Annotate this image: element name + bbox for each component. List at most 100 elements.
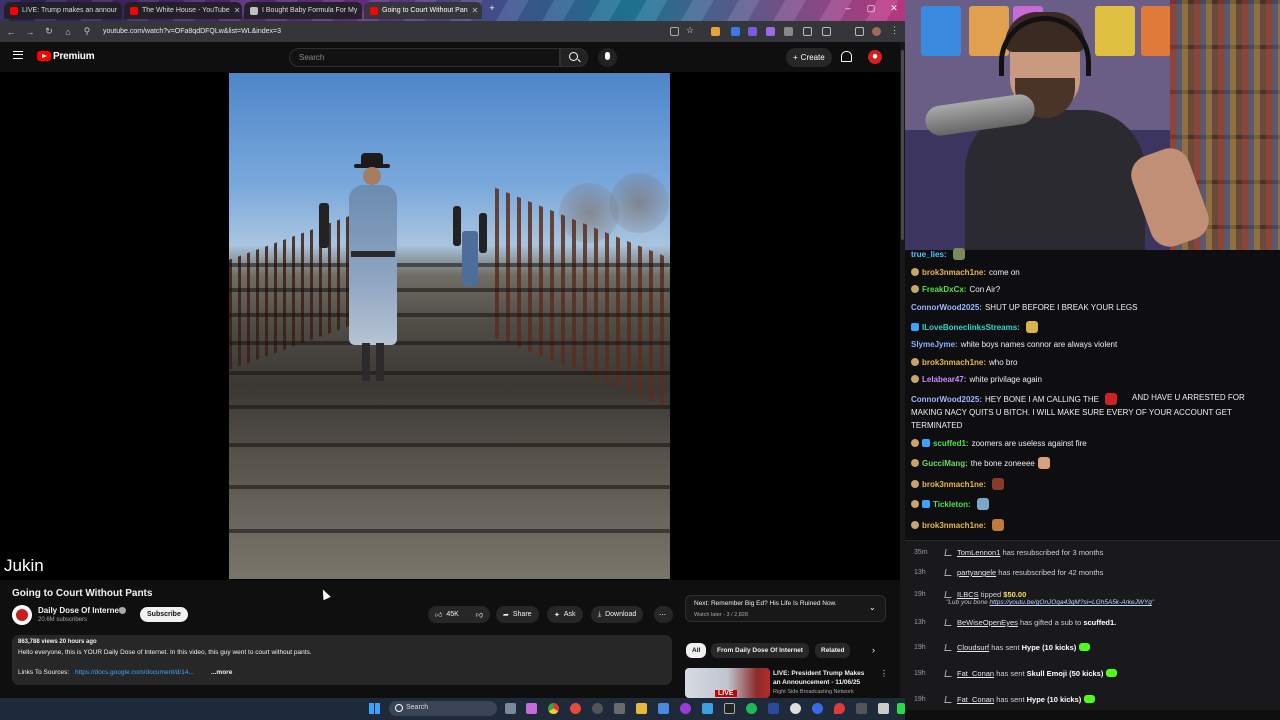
chat-username[interactable]: FreakDxCx: xyxy=(922,285,966,294)
forward-icon[interactable]: → xyxy=(25,27,35,37)
microphone-icon[interactable] xyxy=(598,48,617,67)
browser-tab[interactable]: LIVE: Trump makes an annour ✕ xyxy=(4,2,122,19)
app-icon[interactable] xyxy=(724,703,735,714)
file-explorer-icon[interactable] xyxy=(636,703,647,714)
minimize-icon[interactable]: – xyxy=(840,3,856,13)
app-icon[interactable] xyxy=(658,703,669,714)
event-username[interactable]: BeWiseOpenEyes xyxy=(957,618,1018,627)
app-icon[interactable] xyxy=(897,703,905,714)
event-username[interactable]: ILBCS xyxy=(957,590,979,599)
app-icon[interactable] xyxy=(768,703,779,714)
chrome-icon[interactable] xyxy=(548,703,559,714)
chat-username[interactable]: ILoveBoneclinksStreams: xyxy=(922,323,1020,332)
account-avatar[interactable] xyxy=(868,50,882,64)
app-icon[interactable] xyxy=(812,703,823,714)
search-icon[interactable] xyxy=(560,48,588,67)
home-icon[interactable]: ⌂ xyxy=(63,27,73,37)
description-box[interactable] xyxy=(12,635,672,685)
app-icon[interactable] xyxy=(680,703,691,714)
channel-avatar[interactable] xyxy=(12,605,32,625)
maximize-icon[interactable]: ▢ xyxy=(863,3,879,14)
tab-close-icon[interactable]: ✕ xyxy=(234,6,241,15)
sources-link[interactable]: https://docs.google.com/document/d/14... xyxy=(75,669,194,676)
extension-icon[interactable] xyxy=(748,27,757,36)
tip-message-link[interactable]: https://youtu.be/gOnJOqa43qM?si=LGh5A5k-… xyxy=(990,599,1152,606)
app-icon[interactable] xyxy=(614,703,625,714)
event-username[interactable]: partyangele xyxy=(957,568,996,577)
app-icon[interactable] xyxy=(856,703,867,714)
chat-username[interactable]: brok3nmach1ne: xyxy=(922,358,986,367)
extension-icon[interactable] xyxy=(731,27,740,36)
app-icon[interactable] xyxy=(790,703,801,714)
chat-username[interactable]: brok3nmach1ne: xyxy=(922,480,986,489)
reload-icon[interactable]: ↻ xyxy=(44,26,54,37)
hamburger-menu-icon[interactable] xyxy=(13,51,23,59)
chat-username[interactable]: brok3nmach1ne: xyxy=(922,521,986,530)
taskbar-search[interactable]: Search xyxy=(389,701,497,716)
create-button[interactable]: + Create xyxy=(786,48,832,67)
extension-icon[interactable] xyxy=(784,27,793,36)
chip-from-channel[interactable]: From Daily Dose Of Internet xyxy=(711,643,809,658)
bookmark-star-icon[interactable]: ☆ xyxy=(686,25,695,35)
cast-icon[interactable] xyxy=(670,27,679,36)
video-frame[interactable] xyxy=(229,73,670,579)
chevron-right-icon[interactable]: › xyxy=(872,645,875,655)
close-window-icon[interactable]: ✕ xyxy=(886,3,902,14)
chat-username[interactable]: ConnorWood2025: xyxy=(911,303,982,312)
notifications-bell-icon[interactable] xyxy=(840,51,852,62)
app-icon[interactable] xyxy=(526,703,537,714)
url-field[interactable]: youtube.com/watch?v=OFa8qdDFQLw&list=WL&… xyxy=(103,28,281,35)
chat-username[interactable]: brok3nmach1ne: xyxy=(922,268,986,277)
download-button[interactable]: ⤓ Download xyxy=(591,606,644,623)
subscribe-button[interactable]: Subscribe xyxy=(140,607,188,622)
share-button[interactable]: ➦ Share xyxy=(496,606,539,623)
extension-icon[interactable] xyxy=(711,27,720,36)
chat-username[interactable]: Tickleton: xyxy=(933,500,971,509)
chat-username[interactable]: scuffed1: xyxy=(933,439,969,448)
chat-username[interactable]: true_lies: xyxy=(911,250,947,259)
channel-name[interactable]: Daily Dose Of Internet xyxy=(38,606,122,615)
tab-close-icon[interactable]: ✕ xyxy=(361,6,362,15)
site-info-icon[interactable]: ⚲ xyxy=(82,26,92,37)
tab-close-icon[interactable]: ✕ xyxy=(472,6,479,15)
app-icon[interactable] xyxy=(702,703,713,714)
chevron-down-icon[interactable]: ⌄ xyxy=(869,603,876,612)
event-username[interactable]: Fat_Conan xyxy=(957,695,994,704)
thumbs-down-icon[interactable]: 👎︎ xyxy=(476,610,483,619)
event-username[interactable]: Fat_Conan xyxy=(957,669,994,678)
windows-start-icon[interactable] xyxy=(369,703,380,714)
thumbs-up-icon[interactable]: 👍︎ xyxy=(435,610,442,619)
event-username[interactable]: TomLennon1 xyxy=(957,548,1000,557)
profile-avatar-icon[interactable] xyxy=(872,27,881,36)
browser-tab[interactable]: I Bought Baby Formula For My ✕ xyxy=(244,2,362,19)
task-view-icon[interactable] xyxy=(505,703,516,714)
tab-close-icon[interactable]: ✕ xyxy=(121,6,122,15)
browser-menu-icon[interactable]: ⋮ xyxy=(890,25,899,35)
event-username[interactable]: Cloudsurf xyxy=(957,643,989,652)
app-icon[interactable] xyxy=(592,703,603,714)
extension-icon[interactable] xyxy=(766,27,775,36)
tab-search-icon[interactable] xyxy=(855,27,864,36)
like-dislike-button[interactable]: 👍︎ 45K 👎︎ xyxy=(428,606,490,623)
browser-tab[interactable]: The White House - YouTube ✕ xyxy=(124,2,242,19)
back-icon[interactable]: ← xyxy=(6,27,16,37)
more-actions-icon[interactable]: ⋯ xyxy=(654,606,673,623)
chat-username[interactable]: ConnorWood2025: xyxy=(911,395,982,404)
app-icon[interactable] xyxy=(570,703,581,714)
show-more-link[interactable]: ...more xyxy=(211,669,232,676)
extensions-puzzle-icon[interactable] xyxy=(803,27,812,36)
chip-all[interactable]: All xyxy=(686,643,707,658)
search-input[interactable]: Search xyxy=(289,48,560,67)
recommended-menu-icon[interactable]: ⋮ xyxy=(880,669,888,678)
ask-button[interactable]: ✦ Ask xyxy=(547,606,583,623)
browser-tab-active[interactable]: Going to Court Without Pan ✕ xyxy=(364,2,482,19)
chat-username[interactable]: Lelabear47: xyxy=(922,375,966,384)
chat-username[interactable]: GucciMang: xyxy=(922,459,968,468)
chip-related[interactable]: Related xyxy=(815,643,851,658)
recommended-title[interactable]: LIVE: President Trump Makes an Announcem… xyxy=(773,669,873,687)
app-icon[interactable] xyxy=(878,703,889,714)
new-tab-icon[interactable]: + xyxy=(484,3,500,13)
youtube-logo-icon[interactable] xyxy=(37,51,51,61)
spotify-icon[interactable] xyxy=(746,703,757,714)
chat-username[interactable]: SlymeJyme: xyxy=(911,340,958,349)
